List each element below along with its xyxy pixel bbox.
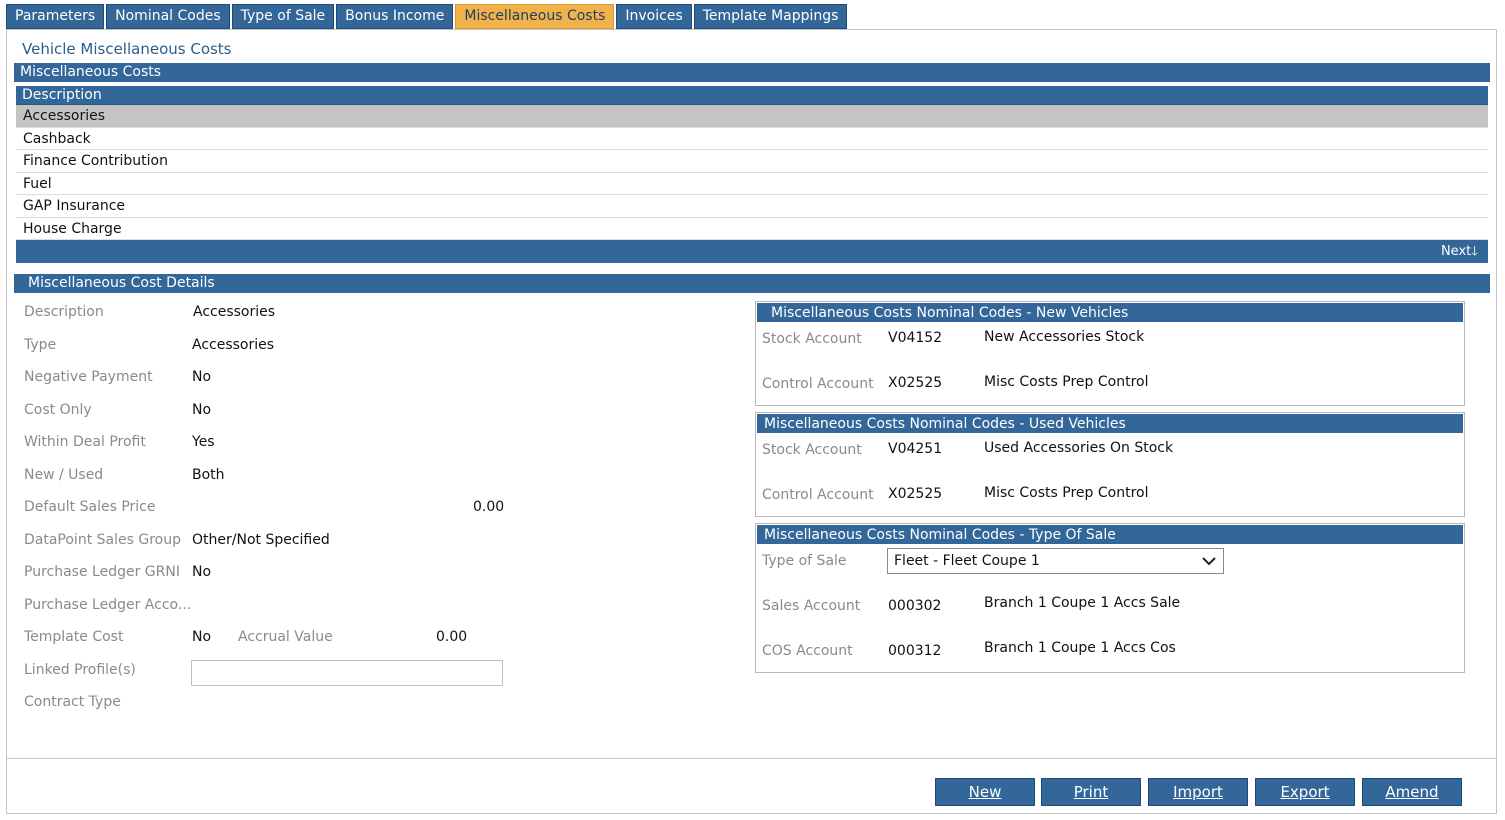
- default-sales-price-value: 0.00: [473, 499, 505, 515]
- used-stock-account-desc: Used Accessories On Stock: [984, 440, 1174, 456]
- cos-account-code: 000312: [888, 643, 942, 659]
- cos-account-desc: Branch 1 Coupe 1 Accs Cos: [984, 640, 1176, 656]
- linked-profiles-field[interactable]: [191, 660, 503, 686]
- contract-type-label: Contract Type: [24, 694, 121, 710]
- print-button[interactable]: Print: [1041, 778, 1141, 806]
- type-label: Type: [24, 337, 57, 353]
- cos-account-label: COS Account: [762, 643, 853, 659]
- datapoint-sales-group-value: Other/Not Specified: [192, 532, 330, 548]
- page-title: Vehicle Miscellaneous Costs: [22, 40, 232, 58]
- used-stock-account-label: Stock Account: [762, 442, 862, 458]
- used-stock-account-code: V04251: [888, 441, 943, 457]
- new-control-account-desc: Misc Costs Prep Control: [984, 374, 1149, 390]
- new-control-account-code: X02525: [888, 375, 943, 391]
- template-cost-label: Template Cost: [24, 629, 124, 645]
- negative-payment-value: No: [192, 369, 212, 385]
- type-of-sale-selected: Fleet - Fleet Coupe 1: [894, 553, 1040, 569]
- negative-payment-label: Negative Payment: [24, 369, 153, 385]
- list-item[interactable]: Finance Contribution: [16, 150, 1488, 173]
- new-used-label: New / Used: [24, 467, 104, 483]
- sales-account-label: Sales Account: [762, 598, 861, 614]
- purchase-ledger-account-label: Purchase Ledger Acco...: [24, 597, 192, 613]
- export-button[interactable]: Export: [1255, 778, 1355, 806]
- default-sales-price-label: Default Sales Price: [24, 499, 156, 515]
- misc-costs-grid: Description Accessories Cashback Finance…: [16, 86, 1488, 263]
- used-vehicles-panel-title: Miscellaneous Costs Nominal Codes - Used…: [756, 413, 1464, 433]
- tab-nominal-codes[interactable]: Nominal Codes: [106, 4, 230, 29]
- new-stock-account-label: Stock Account: [762, 331, 862, 347]
- tab-bonus-income[interactable]: Bonus Income: [336, 4, 454, 29]
- tab-invoices[interactable]: Invoices: [616, 4, 692, 29]
- misc-costs-section-header: Miscellaneous Costs: [14, 63, 1490, 82]
- linked-profiles-label: Linked Profile(s): [24, 662, 136, 678]
- type-of-sale-panel: Miscellaneous Costs Nominal Codes - Type…: [755, 523, 1465, 673]
- grid-column-description[interactable]: Description: [16, 86, 1488, 105]
- type-of-sale-dropdown[interactable]: Fleet - Fleet Coupe 1: [887, 548, 1224, 574]
- description-label: Description: [24, 304, 104, 320]
- list-item[interactable]: House Charge: [16, 217, 1488, 240]
- tab-miscellaneous-costs[interactable]: Miscellaneous Costs: [455, 4, 615, 29]
- template-cost-value: No: [192, 629, 212, 645]
- within-deal-profit-label: Within Deal Profit: [24, 434, 146, 450]
- type-of-sale-panel-title: Miscellaneous Costs Nominal Codes - Type…: [756, 524, 1464, 544]
- tab-parameters[interactable]: Parameters: [6, 4, 105, 29]
- cost-only-value: No: [192, 402, 212, 418]
- grid-pager: Next🡓: [16, 240, 1488, 263]
- list-item[interactable]: Fuel: [16, 172, 1488, 195]
- type-value: Accessories: [192, 337, 275, 353]
- sales-account-code: 000302: [888, 598, 942, 614]
- new-used-value: Both: [192, 467, 225, 483]
- details-section-header: Miscellaneous Cost Details: [14, 274, 1490, 293]
- list-item[interactable]: GAP Insurance: [16, 195, 1488, 218]
- import-button[interactable]: Import: [1148, 778, 1248, 806]
- tab-template-mappings[interactable]: Template Mappings: [693, 4, 848, 29]
- new-stock-account-desc: New Accessories Stock: [984, 329, 1145, 345]
- next-page-link[interactable]: Next🡓: [1441, 244, 1478, 259]
- purchase-ledger-grni-value: No: [192, 564, 212, 580]
- datapoint-sales-group-label: DataPoint Sales Group: [24, 532, 181, 548]
- within-deal-profit-value: Yes: [192, 434, 215, 450]
- sales-account-desc: Branch 1 Coupe 1 Accs Sale: [984, 595, 1181, 611]
- chevron-down-icon: [1201, 549, 1217, 581]
- new-stock-account-code: V04152: [888, 330, 943, 346]
- used-control-account-code: X02525: [888, 486, 943, 502]
- used-control-account-label: Control Account: [762, 487, 874, 503]
- accrual-value-label: Accrual Value: [238, 629, 333, 645]
- footer-divider: [7, 758, 1496, 759]
- content-frame: Vehicle Miscellaneous Costs Miscellaneou…: [6, 29, 1497, 814]
- used-vehicles-panel: Miscellaneous Costs Nominal Codes - Used…: [755, 412, 1465, 517]
- amend-button[interactable]: Amend: [1362, 778, 1462, 806]
- list-item[interactable]: Cashback: [16, 127, 1488, 150]
- type-of-sale-label: Type of Sale: [762, 553, 847, 569]
- new-control-account-label: Control Account: [762, 376, 874, 392]
- purchase-ledger-grni-label: Purchase Ledger GRNI: [24, 564, 180, 580]
- new-vehicles-panel: Miscellaneous Costs Nominal Codes - New …: [755, 301, 1465, 406]
- cost-only-label: Cost Only: [24, 402, 92, 418]
- used-control-account-desc: Misc Costs Prep Control: [984, 485, 1149, 501]
- tab-type-of-sale[interactable]: Type of Sale: [231, 4, 335, 29]
- new-vehicles-panel-title: Miscellaneous Costs Nominal Codes - New …: [756, 302, 1464, 322]
- accrual-value-value: 0.00: [436, 629, 468, 645]
- description-value: Accessories: [193, 304, 276, 320]
- tab-bar: Parameters Nominal Codes Type of Sale Bo…: [6, 4, 849, 29]
- new-button[interactable]: New: [935, 778, 1035, 806]
- list-item[interactable]: Accessories: [16, 105, 1488, 128]
